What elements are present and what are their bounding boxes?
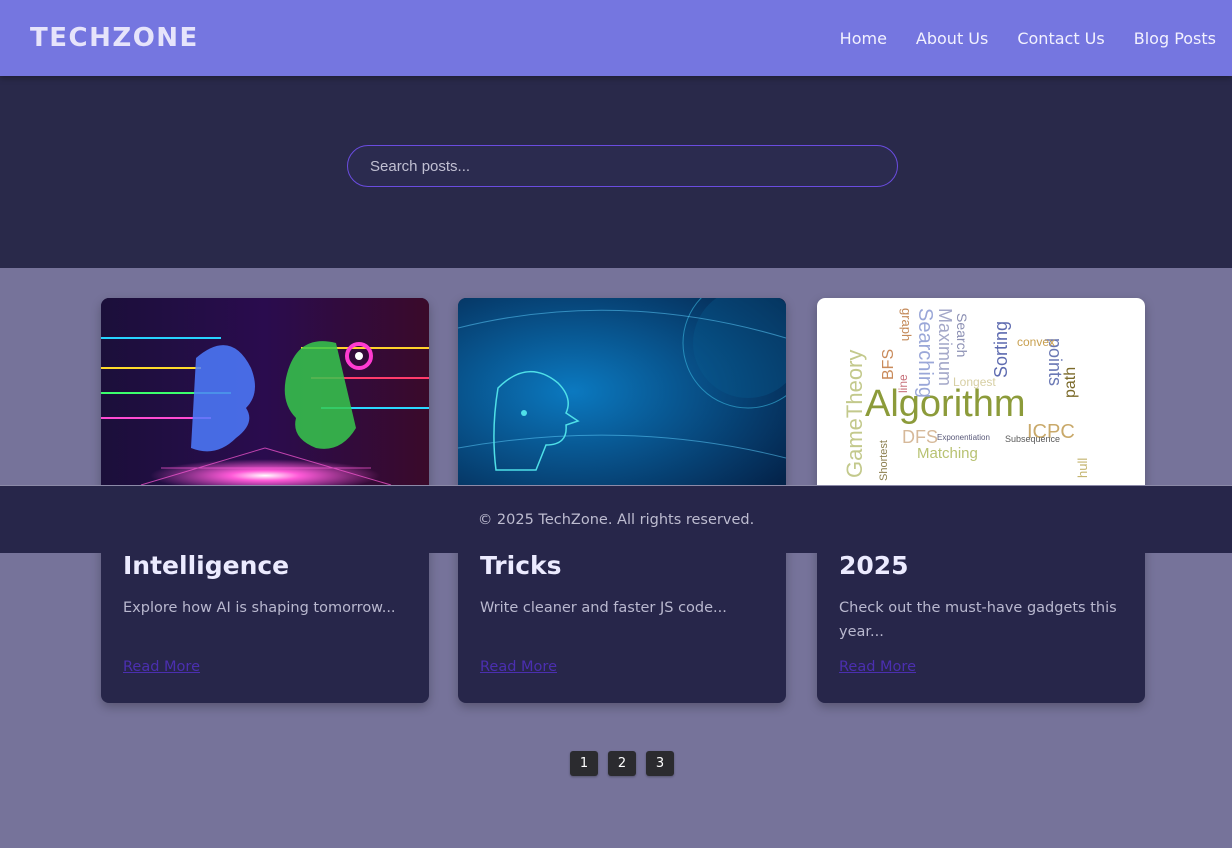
nav-about-us[interactable]: About Us — [916, 29, 988, 48]
nav-blog-posts[interactable]: Blog Posts — [1134, 29, 1216, 48]
nav-contact-us[interactable]: Contact Us — [1017, 29, 1104, 48]
site-footer: © 2025 TechZone. All rights reserved. — [0, 485, 1232, 553]
wordcloud-word: hull — [1075, 458, 1090, 478]
search-input[interactable] — [347, 145, 898, 187]
wordcloud-word: Maximum — [935, 308, 955, 386]
algorithm-word-cloud-image[interactable]: Algorithm GameTheory Searching Maximum S… — [817, 298, 1145, 485]
post-title: Intelligence — [123, 551, 290, 580]
page-button-2[interactable]: 2 — [608, 751, 636, 776]
wordcloud-word: line — [896, 374, 910, 393]
wordcloud-word: DFS — [902, 427, 938, 447]
wordcloud-word: Matching — [917, 445, 978, 462]
read-more-link[interactable]: Read More — [123, 659, 200, 675]
site-header: TECHZONE Home About Us Contact Us Blog P… — [0, 0, 1232, 76]
wordcloud-word: Exponentiation — [937, 433, 990, 442]
page-button-3[interactable]: 3 — [646, 751, 674, 776]
post-excerpt: Write cleaner and faster JS code... — [480, 600, 727, 616]
wordcloud-word: Algorithm — [865, 383, 1026, 425]
post-excerpt: Check out the must-have gadgets this yea… — [839, 600, 1117, 640]
read-more-link[interactable]: Read More — [480, 659, 557, 675]
wordcloud-word: Searching — [914, 308, 936, 398]
wordcloud-word: BFS — [880, 349, 897, 380]
post-title: Tricks — [480, 551, 562, 580]
page-button-1[interactable]: 1 — [570, 751, 598, 776]
wordcloud-word: Search — [954, 313, 970, 357]
hero-section — [0, 76, 1232, 268]
wordcloud-word: Subsequence — [1005, 434, 1060, 444]
wordcloud-word: Longest — [953, 375, 996, 389]
nav-home[interactable]: Home — [840, 29, 887, 48]
ai-faces-image[interactable] — [101, 298, 429, 485]
pagination: 1 2 3 — [570, 751, 674, 776]
wordcloud-word: path — [1062, 367, 1079, 398]
read-more-link[interactable]: Read More — [839, 659, 916, 675]
post-excerpt: Explore how AI is shaping tomorrow... — [123, 600, 396, 616]
blue-digital-head-image[interactable] — [458, 298, 786, 485]
wordcloud-word: Shortest — [878, 440, 890, 481]
wordcloud-word: GameTheory — [842, 350, 867, 478]
copyright-text: © 2025 TechZone. All rights reserved. — [477, 511, 755, 528]
wordcloud-word: convex — [1017, 335, 1055, 349]
wordcloud-word: graph — [899, 308, 914, 341]
wordcloud-word: Sorting — [991, 321, 1011, 378]
site-logo[interactable]: TECHZONE — [30, 23, 199, 53]
post-title: 2025 — [839, 551, 909, 580]
main-nav: Home About Us Contact Us Blog Posts — [840, 29, 1216, 48]
